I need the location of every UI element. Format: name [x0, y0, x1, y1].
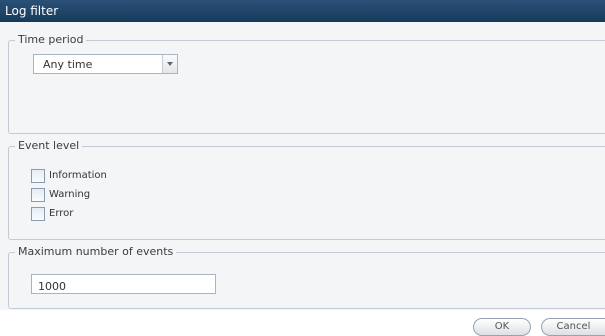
event-level-legend: Event level — [15, 139, 83, 153]
warning-checkbox[interactable] — [31, 188, 45, 202]
error-checkbox[interactable] — [31, 207, 45, 221]
event-level-group: Event level Information Warning Error — [8, 139, 605, 240]
chevron-down-icon — [167, 62, 173, 66]
warning-label: Warning — [49, 189, 91, 200]
time-period-dropdown[interactable]: Any time — [33, 54, 178, 74]
title-bar: Log filter — [0, 0, 605, 22]
max-events-field[interactable] — [31, 274, 216, 295]
cancel-button[interactable]: Cancel — [541, 318, 605, 336]
max-events-group: Maximum number of events — [8, 245, 605, 309]
time-period-legend: Time period — [15, 33, 87, 47]
time-period-selected: Any time — [43, 58, 93, 71]
max-events-input[interactable] — [38, 278, 208, 295]
information-checkbox[interactable] — [31, 169, 45, 183]
time-period-group: Time period Any time — [8, 33, 605, 134]
error-label: Error — [49, 208, 74, 219]
dialog-footer: OK Cancel — [0, 310, 605, 336]
ok-button[interactable]: OK — [473, 318, 531, 336]
max-events-legend: Maximum number of events — [15, 245, 177, 259]
window-title: Log filter — [5, 4, 59, 18]
dropdown-button[interactable] — [162, 55, 177, 73]
information-label: Information — [49, 170, 107, 181]
